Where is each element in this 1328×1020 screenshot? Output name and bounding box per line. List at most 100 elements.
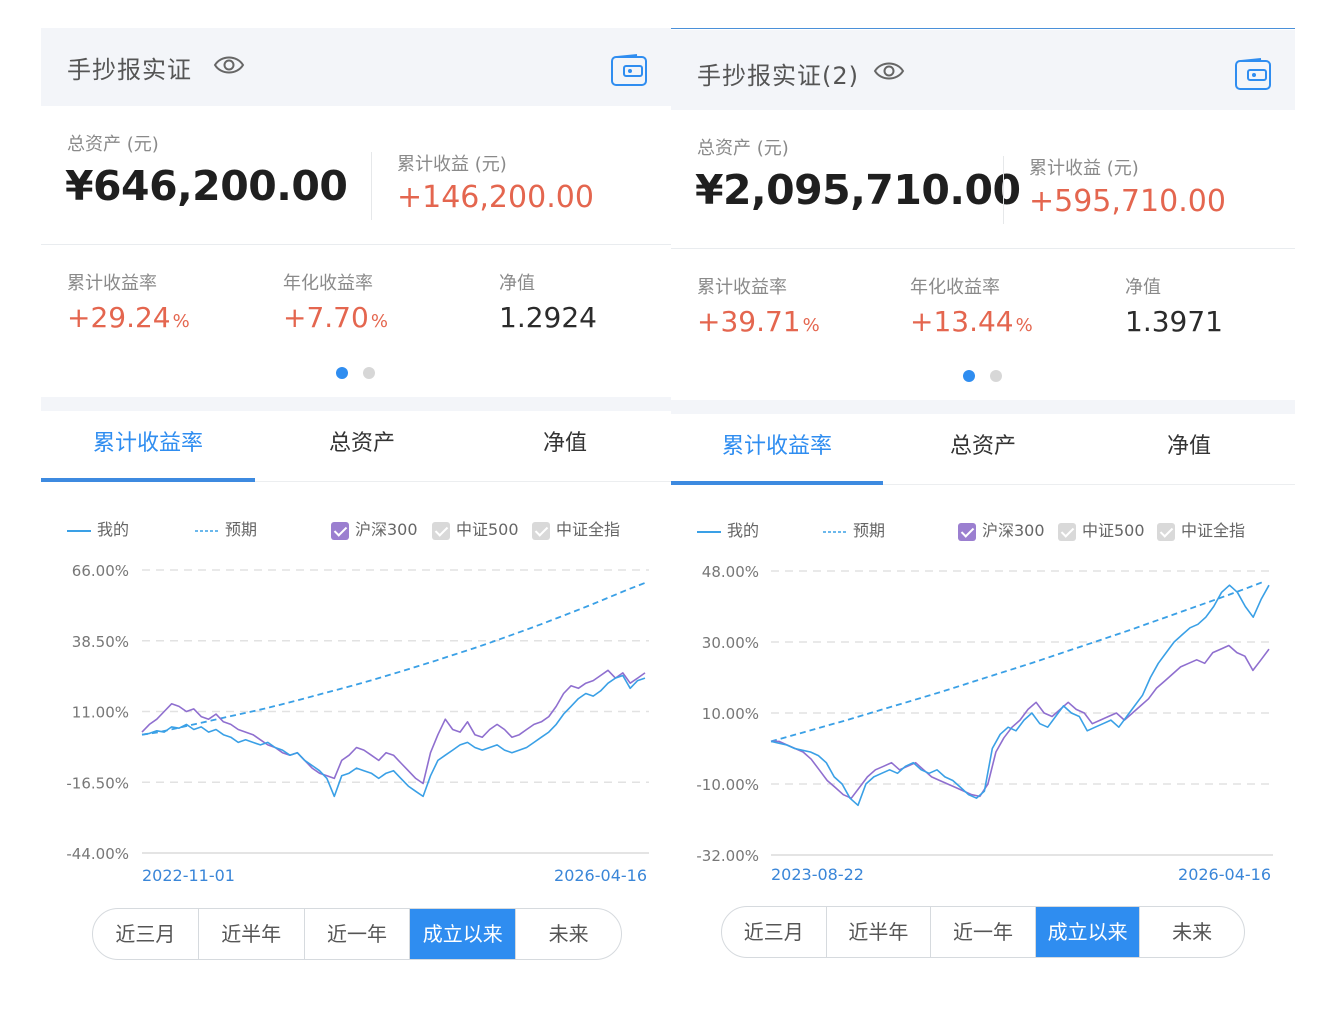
account-title: 手抄报实证(2)	[697, 62, 859, 90]
top-border	[671, 28, 1295, 29]
legend-mine[interactable]: 我的	[67, 517, 129, 543]
checkbox-unchecked-icon[interactable]	[1058, 522, 1076, 541]
account-card-1: 手抄报实证 总资产 (元) ¥646,200.00 累计收益 (元) +146,…	[41, 28, 671, 1020]
stat-label: 年化收益率	[283, 273, 373, 294]
stat-value: +13.44%	[910, 305, 1110, 338]
series-line-expected	[770, 580, 1265, 743]
range-future-button[interactable]: 未来	[516, 909, 621, 959]
chart-tabs: 累计收益率 总资产 净值	[41, 411, 671, 482]
legend-zzqz[interactable]: 中证全指	[532, 517, 620, 543]
dashed-line-swatch	[823, 530, 847, 533]
stat-value: +7.70%	[283, 301, 483, 334]
range-1y-button[interactable]: 近一年	[305, 909, 411, 959]
total-assets-label: 总资产 (元)	[67, 134, 159, 155]
totals-section: 总资产 (元) ¥646,200.00 累计收益 (元) +146,200.00	[41, 106, 671, 245]
range-inception-button[interactable]: 成立以来	[1035, 907, 1141, 957]
page-dot-active[interactable]	[336, 367, 348, 379]
page-dot[interactable]	[363, 367, 375, 379]
y-tick-label: 10.00%	[702, 705, 759, 723]
section-gap	[41, 397, 671, 411]
y-tick-label: -16.50%	[66, 774, 129, 792]
y-tick-label: 48.00%	[702, 563, 759, 581]
stats-row: 累计收益率 +39.71% 年化收益率 +13.44% 净值 1.3971	[671, 249, 1295, 399]
total-assets-value: ¥646,200.00	[65, 162, 348, 210]
checkbox-checked-icon[interactable]	[331, 521, 349, 540]
stat-unit: %	[802, 315, 820, 336]
page-indicator[interactable]	[336, 367, 376, 379]
divider	[371, 152, 372, 220]
stat-number: +7.70	[283, 301, 369, 334]
wallet-icon[interactable]	[1235, 58, 1271, 90]
range-3m-button[interactable]: 近三月	[722, 907, 827, 957]
checkbox-unchecked-icon[interactable]	[432, 521, 450, 540]
checkbox-unchecked-icon[interactable]	[532, 521, 550, 540]
range-inception-button[interactable]: 成立以来	[410, 909, 517, 959]
range-future-button[interactable]: 未来	[1140, 907, 1244, 957]
x-start-date-label: 2022-11-01	[142, 866, 235, 885]
legend-expected[interactable]: 预期	[195, 517, 257, 543]
totals-section: 总资产 (元) ¥2,095,710.00 累计收益 (元) +595,710.…	[671, 110, 1295, 249]
checkbox-checked-icon[interactable]	[958, 522, 976, 541]
tab-cumulative-rate[interactable]: 累计收益率	[671, 414, 883, 484]
stat-annualized-rate: 年化收益率 +7.70%	[283, 269, 483, 334]
stat-cumulative-rate: 累计收益率 +29.24%	[67, 269, 267, 334]
legend-label: 中证500	[1082, 521, 1145, 540]
stat-number: +29.24	[67, 301, 171, 334]
stat-annualized-rate: 年化收益率 +13.44%	[910, 273, 1110, 338]
checkbox-unchecked-icon[interactable]	[1157, 522, 1175, 541]
page-indicator[interactable]	[963, 370, 1003, 382]
range-6m-button[interactable]: 近半年	[827, 907, 932, 957]
return-chart: 48.00% 30.00% 10.00% -10.00% -32.00% 2023-08-…	[696, 563, 1273, 884]
eye-icon[interactable]	[873, 58, 905, 84]
legend-label: 中证全指	[556, 520, 621, 539]
stat-value: 1.2924	[499, 301, 597, 334]
range-1y-button[interactable]: 近一年	[931, 907, 1036, 957]
legend-hs300[interactable]: 沪深300	[958, 518, 1045, 544]
stat-unit: %	[172, 311, 190, 332]
solid-line-swatch	[67, 529, 91, 532]
tab-total-assets[interactable]: 总资产	[883, 414, 1083, 484]
legend-hs300[interactable]: 沪深300	[331, 517, 418, 543]
stat-unit: %	[1015, 315, 1033, 336]
legend-zzqz[interactable]: 中证全指	[1157, 518, 1245, 544]
active-tab-underline	[671, 481, 883, 485]
x-end-date-label: 2026-04-16	[1178, 865, 1271, 884]
legend-mine[interactable]: 我的	[697, 518, 759, 544]
legend-label: 中证全指	[1181, 521, 1246, 540]
legend-label: 预期	[853, 521, 886, 540]
cumulative-gain-value: +146,200.00	[397, 180, 594, 215]
total-assets-label: 总资产 (元)	[697, 138, 789, 159]
stats-row: 累计收益率 +29.24% 年化收益率 +7.70% 净值 1.2924	[41, 245, 671, 395]
tab-nav[interactable]: 净值	[1083, 414, 1295, 484]
stat-nav: 净值 1.3971	[1125, 273, 1325, 338]
eye-icon[interactable]	[213, 52, 245, 78]
range-selector: 近三月 近半年 近一年 成立以来 未来	[92, 908, 622, 960]
stat-label: 净值	[1125, 277, 1161, 298]
y-tick-label: 11.00%	[72, 704, 129, 722]
stat-value: +39.71%	[697, 305, 897, 338]
chart-tabs: 累计收益率 总资产 净值	[671, 414, 1295, 485]
tab-nav[interactable]: 净值	[469, 411, 661, 481]
legend-label: 我的	[727, 521, 760, 540]
legend-zz500[interactable]: 中证500	[432, 517, 519, 543]
tab-total-assets[interactable]: 总资产	[255, 411, 469, 481]
active-tab-underline	[41, 478, 255, 482]
range-selector: 近三月 近半年 近一年 成立以来 未来	[721, 906, 1245, 958]
tab-cumulative-rate[interactable]: 累计收益率	[41, 411, 255, 481]
range-6m-button[interactable]: 近半年	[199, 909, 305, 959]
y-tick-label: 30.00%	[702, 634, 759, 652]
divider	[1003, 156, 1004, 224]
y-tick-label: -32.00%	[696, 847, 759, 865]
chart-legend: 我的 预期 沪深300 中证500 中证全指	[671, 518, 1295, 544]
legend-zz500[interactable]: 中证500	[1058, 518, 1145, 544]
wallet-icon[interactable]	[611, 54, 647, 86]
stat-label: 累计收益率	[697, 277, 787, 298]
legend-label: 中证500	[456, 520, 519, 539]
range-3m-button[interactable]: 近三月	[93, 909, 199, 959]
x-start-date-label: 2023-08-22	[771, 865, 864, 884]
page-dot-active[interactable]	[963, 370, 975, 382]
cumulative-gain-label: 累计收益 (元)	[1029, 158, 1139, 179]
page-dot[interactable]	[990, 370, 1002, 382]
legend-expected[interactable]: 预期	[823, 518, 885, 544]
y-tick-label: 66.00%	[72, 562, 129, 580]
